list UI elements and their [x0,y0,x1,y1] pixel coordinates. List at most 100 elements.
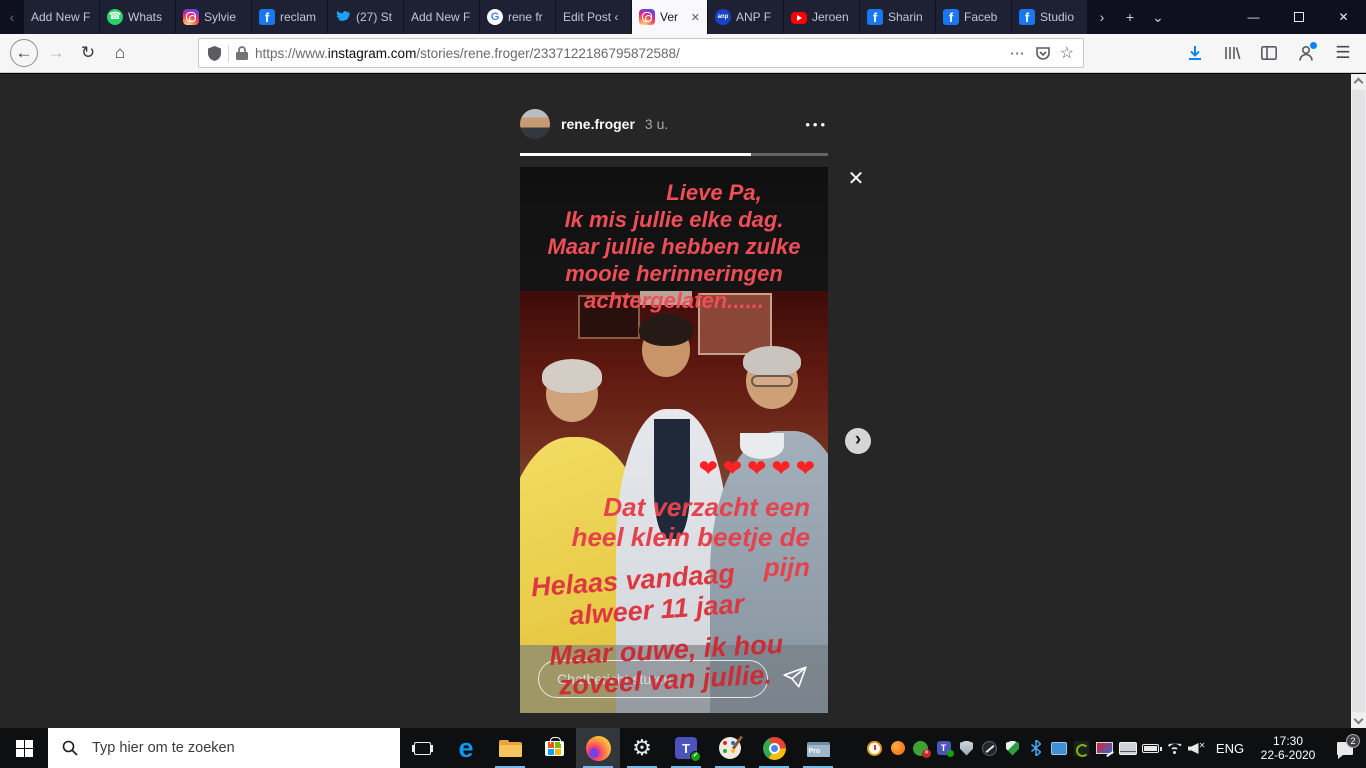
tray-satellite-icon[interactable] [978,728,1001,768]
tab-youtube-jeroen[interactable]: Jeroen [784,0,860,34]
tray-touchpad-icon[interactable] [1116,728,1139,768]
account-icon[interactable] [1291,38,1321,68]
back-button[interactable]: ← [8,38,40,68]
tray-defender-icon[interactable] [1001,728,1024,768]
url-text[interactable]: https://www.instagram.com/stories/rene.f… [255,46,1003,61]
task-view-button[interactable] [400,728,444,768]
language-indicator[interactable]: ENG [1208,741,1252,756]
account-notification-dot [1310,42,1317,49]
tab-instagram-sylvie[interactable]: Sylvie [176,0,252,34]
taskbar-search[interactable] [48,728,400,768]
paint-palette-icon [719,737,741,759]
taskbar-app-firefox[interactable] [576,728,620,768]
tray-alarm-clock-icon[interactable] [863,728,886,768]
scrollbar-up-icon[interactable] [1354,78,1364,88]
share-plane-icon[interactable] [782,664,808,695]
tab-close-icon[interactable]: ✕ [689,11,700,24]
menu-button[interactable]: ☰ [1328,38,1358,68]
sidebar-toggle-icon[interactable] [1254,38,1284,68]
lock-icon[interactable] [236,46,248,60]
taskbar-app-teams[interactable]: T✓ [664,728,708,768]
tab-facebook-reclame[interactable]: reclam [252,0,328,34]
google-icon [487,9,503,25]
tab-anp[interactable]: ANP F [708,0,784,34]
tray-wifi-icon[interactable] [1162,728,1185,768]
tab-label: rene fr [508,10,548,24]
new-tab-button[interactable]: + [1116,0,1144,34]
taskbar-app-settings[interactable]: ⚙ [620,728,664,768]
taskbar-app-edge[interactable]: e [444,728,488,768]
tray-teams-icon[interactable]: T [932,728,955,768]
story-progress-fill [520,153,751,156]
tab-facebook-sharing[interactable]: Sharin [860,0,936,34]
library-icon[interactable] [1217,38,1247,68]
downloads-icon[interactable] [1180,38,1210,68]
tab-facebook-studio[interactable]: Studio [1012,0,1088,34]
tab-add-new-2[interactable]: Add New F [404,0,480,34]
window-close-button[interactable]: ✕ [1321,0,1366,34]
avatar[interactable] [520,109,550,139]
tab-label: Add New F [31,10,92,24]
tab-list-dropdown-icon[interactable]: ⌄ [1144,0,1172,34]
tab-add-new-1[interactable]: Add New F [24,0,100,34]
teams-icon: T✓ [675,737,697,759]
tray-pen-tablet-icon[interactable] [1093,728,1116,768]
tab-bar-buttons: › + ⌄ [1088,0,1172,34]
story-username[interactable]: rene.froger [561,116,635,132]
bookmark-star-icon[interactable]: ☆ [1060,43,1074,63]
tray-battery-icon[interactable] [1139,728,1162,768]
tab-scroll-left-icon[interactable]: ‹ [0,0,24,34]
tab-label: Ver [660,10,684,24]
story-card[interactable]: Lieve Pa, Ik mis jullie elke dag. Maar j… [520,167,828,713]
teams-status-check: ✓ [690,751,701,762]
forward-button[interactable]: → [40,38,72,68]
taskbar-app-file-explorer[interactable] [488,728,532,768]
tray-shield-icon[interactable] [955,728,978,768]
tab-scroll-right-icon[interactable]: › [1088,0,1116,34]
tab-edit-post[interactable]: Edit Post ‹ [556,0,632,34]
taskbar-app-paint[interactable] [708,728,752,768]
tab-google-rene[interactable]: rene fr [480,0,556,34]
scrollbar-down-icon[interactable] [1354,715,1364,725]
edge-icon: e [458,735,473,762]
reload-button[interactable]: ↻ [72,38,104,68]
tray-sync-error-icon[interactable] [909,728,932,768]
action-center-button[interactable]: 2 [1324,742,1366,755]
tracking-shield-icon[interactable] [208,46,221,61]
story-options-icon[interactable]: ••• [805,117,828,132]
tray-volume-muted-icon[interactable] [1185,728,1208,768]
tab-twitter[interactable]: (27) St [328,0,404,34]
taskbar-search-input[interactable] [48,728,400,768]
tab-facebook-2[interactable]: Faceb [936,0,1012,34]
tray-nvidia-icon[interactable] [1070,728,1093,768]
scrollbar-thumb[interactable] [1352,90,1365,712]
page-scrollbar[interactable] [1351,74,1366,728]
taskbar-clock[interactable]: 17:3022-6-2020 [1252,734,1324,762]
taskbar-app-pro-folder[interactable]: Pro [796,728,840,768]
windows-taskbar: e ⚙ T✓ Pro T ENG 17:3022-6-2020 2 [0,728,1366,768]
tab-instagram-story-active[interactable]: Ver ✕ [632,0,708,34]
pocket-icon[interactable] [1036,46,1050,60]
story-close-button[interactable]: ✕ [843,165,869,191]
task-view-icon [414,742,431,755]
taskbar-app-microsoft-store[interactable] [532,728,576,768]
page-actions-icon[interactable]: ⋯ [1010,44,1026,62]
url-bar[interactable]: https://www.instagram.com/stories/rene.f… [198,38,1084,68]
facebook-icon [867,9,883,25]
home-button[interactable]: ⌂ [104,38,136,68]
tab-whatsapp[interactable]: Whats [100,0,176,34]
story-caption-top: Lieve Pa, Ik mis jullie elke dag. Maar j… [520,179,828,314]
clock-time: 17:30 [1273,734,1303,748]
taskbar-app-chrome[interactable] [752,728,796,768]
window-minimize-button[interactable]: — [1231,0,1276,34]
start-button[interactable] [0,728,48,768]
tab-label: Sylvie [204,10,244,24]
story-next-button[interactable]: › [845,428,871,454]
tray-orange-app-icon[interactable] [886,728,909,768]
tray-bluetooth-icon[interactable] [1024,728,1047,768]
notification-badge: 2 [1346,734,1360,748]
window-restore-button[interactable] [1276,0,1321,34]
facebook-icon [943,9,959,25]
tab-label: Jeroen [812,10,852,24]
tray-remote-desktop-icon[interactable] [1047,728,1070,768]
